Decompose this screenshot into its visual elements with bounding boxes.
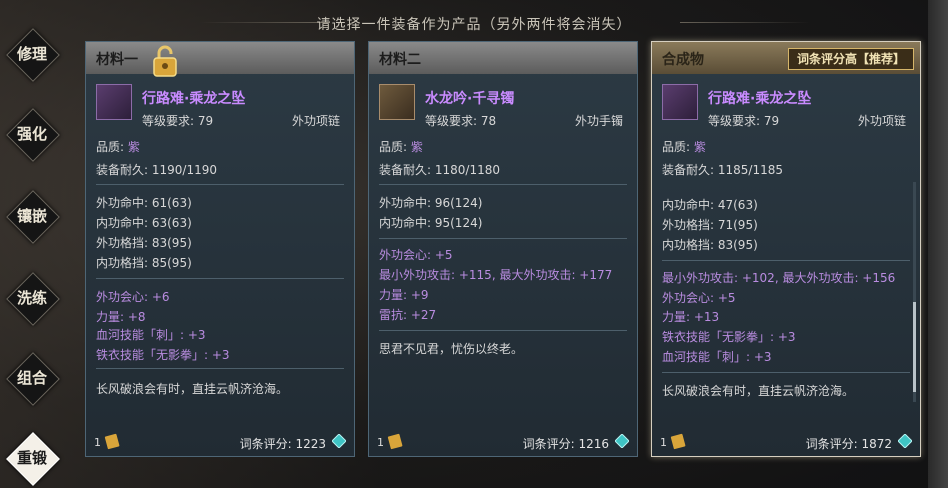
item-description: 思君不见君，忧伤以终老。 (379, 342, 524, 356)
quality-label: 品质: (662, 140, 691, 154)
recommend-badge: 词条评分高【推荐】 (787, 48, 914, 70)
extra-stat: 力量: +8 (96, 310, 146, 324)
panel-footer: 1 词条评分: 1216 (369, 430, 637, 456)
base-stat: 外功格挡: 71(95) (662, 218, 758, 232)
necklace-item-icon[interactable] (662, 84, 698, 120)
sidebar-item-combine[interactable]: 组合 (6, 352, 60, 406)
item-type: 外功项链 (291, 114, 340, 128)
extra-stat: 最小外功攻击: +115, 最大外功攻击: +177 (379, 268, 613, 282)
divider (96, 184, 344, 185)
durability: 装备耐久: 1190/1190 (96, 163, 217, 177)
durability: 装备耐久: 1185/1185 (662, 163, 783, 177)
sidebar-item-enhance[interactable]: 强化 (6, 108, 60, 162)
base-stat: 内功命中: 47(63) (662, 198, 758, 212)
base-stat: 外功格挡: 83(95) (96, 236, 192, 250)
sidebar-item-inlay[interactable]: 镶嵌 (6, 190, 60, 244)
sidebar-item-reforge[interactable]: 重锻 (6, 432, 60, 486)
gem-icon (615, 434, 629, 448)
score-label: 词条评分: 1216 (522, 437, 609, 451)
divider (96, 278, 344, 279)
quality-value: 紫 (127, 140, 140, 154)
item-count: 1 (94, 436, 101, 449)
base-stat: 外功命中: 96(124) (379, 196, 483, 210)
sidebar-item-label: 镶嵌 (16, 207, 47, 225)
quality-row: 品质: 紫 (379, 138, 423, 155)
panel-header: 材料一 (86, 42, 354, 74)
base-stat: 内功命中: 95(124) (379, 216, 483, 230)
item-count: 1 (377, 436, 384, 449)
page-title: 请选择一件装备作为产品（另外两件将会消失） (316, 17, 632, 33)
result-panel[interactable]: 合成物 词条评分高【推荐】 行路难·乘龙之坠 等级要求: 79 外功项链 品质:… (651, 41, 921, 457)
sidebar-item-label: 强化 (16, 125, 47, 143)
sidebar-item-repair[interactable]: 修理 (6, 28, 60, 82)
panel-header: 材料二 (369, 42, 637, 74)
item-type: 外功项链 (857, 114, 906, 128)
panel-header: 合成物 词条评分高【推荐】 (652, 42, 920, 74)
necklace-item-icon[interactable] (96, 84, 132, 120)
sidebar-item-refine[interactable]: 洗练 (6, 272, 60, 326)
extra-stat: 血河技能「刺」: +3 (662, 350, 772, 364)
material-panel-1[interactable]: 材料一 行路难·乘龙之坠 等级要求: 79 外功项链 品质: 紫 装备耐久: 1… (85, 41, 355, 457)
divider (379, 330, 627, 331)
extra-stat: 外功会心: +5 (662, 291, 736, 305)
durability: 装备耐久: 1180/1180 (379, 163, 500, 177)
extra-stat: 力量: +9 (379, 288, 429, 302)
scrollbar-thumb[interactable] (913, 302, 916, 392)
sidebar-item-label: 重锻 (16, 449, 47, 467)
extra-stat: 力量: +13 (662, 310, 720, 324)
divider (662, 260, 910, 261)
extra-stat: 血河技能「刺」: +3 (96, 328, 206, 342)
quality-row: 品质: 紫 (96, 138, 140, 155)
level-requirement: 等级要求: 78 (425, 114, 497, 128)
book-icon (387, 433, 403, 450)
item-description: 长风破浪会有时，直挂云帆济沧海。 (662, 384, 855, 398)
gem-icon (898, 434, 912, 448)
item-type: 外功手镯 (574, 114, 623, 128)
base-stat: 外功命中: 61(63) (96, 196, 192, 210)
divider (379, 238, 627, 239)
extra-stat: 铁衣技能「无影拳」: +3 (662, 330, 796, 344)
divider (96, 368, 344, 369)
panel-footer: 1 词条评分: 1872 (652, 430, 920, 456)
material-panel-2[interactable]: 材料二 水龙吟·千寻镯 等级要求: 78 外功手镯 品质: 紫 装备耐久: 11… (368, 41, 638, 457)
divider (379, 184, 627, 185)
gem-icon (332, 434, 346, 448)
item-name: 行路难·乘龙之坠 (708, 91, 812, 107)
sidebar-item-label: 修理 (16, 45, 47, 63)
extra-stat: 最小外功攻击: +102, 最大外功攻击: +156 (662, 271, 896, 285)
quality-row: 品质: 紫 (662, 138, 706, 155)
level-requirement: 等级要求: 79 (708, 114, 780, 128)
base-stat: 内功格挡: 83(95) (662, 238, 758, 252)
item-description: 长风破浪会有时，直挂云帆济沧海。 (96, 382, 289, 396)
panel-title: 材料二 (379, 52, 421, 68)
right-edge-frame (928, 0, 948, 488)
book-icon (104, 433, 120, 450)
sidebar-item-label: 洗练 (16, 289, 47, 307)
score-label: 词条评分: 1872 (805, 437, 892, 451)
item-count: 1 (660, 436, 667, 449)
item-name: 水龙吟·千寻镯 (425, 91, 515, 107)
quality-value: 紫 (410, 140, 423, 154)
quality-label: 品质: (96, 140, 125, 154)
extra-stat: 铁衣技能「无影拳」: +3 (96, 348, 230, 362)
panel-footer: 1 词条评分: 1223 (86, 430, 354, 456)
lock-icon[interactable] (150, 44, 180, 78)
extra-stat: 外功会心: +5 (379, 248, 453, 262)
book-icon (670, 433, 686, 450)
score-label: 词条评分: 1223 (239, 437, 326, 451)
base-stat: 内功命中: 63(63) (96, 216, 192, 230)
panel-title: 材料一 (96, 52, 138, 68)
extra-stat: 雷抗: +27 (379, 308, 437, 322)
item-name: 行路难·乘龙之坠 (142, 91, 246, 107)
bracelet-item-icon[interactable] (379, 84, 415, 120)
quality-label: 品质: (379, 140, 408, 154)
level-requirement: 等级要求: 79 (142, 114, 214, 128)
panel-title: 合成物 (662, 52, 704, 68)
extra-stat: 外功会心: +6 (96, 290, 170, 304)
sidebar-item-label: 组合 (16, 369, 47, 387)
quality-value: 紫 (693, 140, 706, 154)
base-stat: 内功格挡: 85(95) (96, 256, 192, 270)
divider (662, 372, 910, 373)
